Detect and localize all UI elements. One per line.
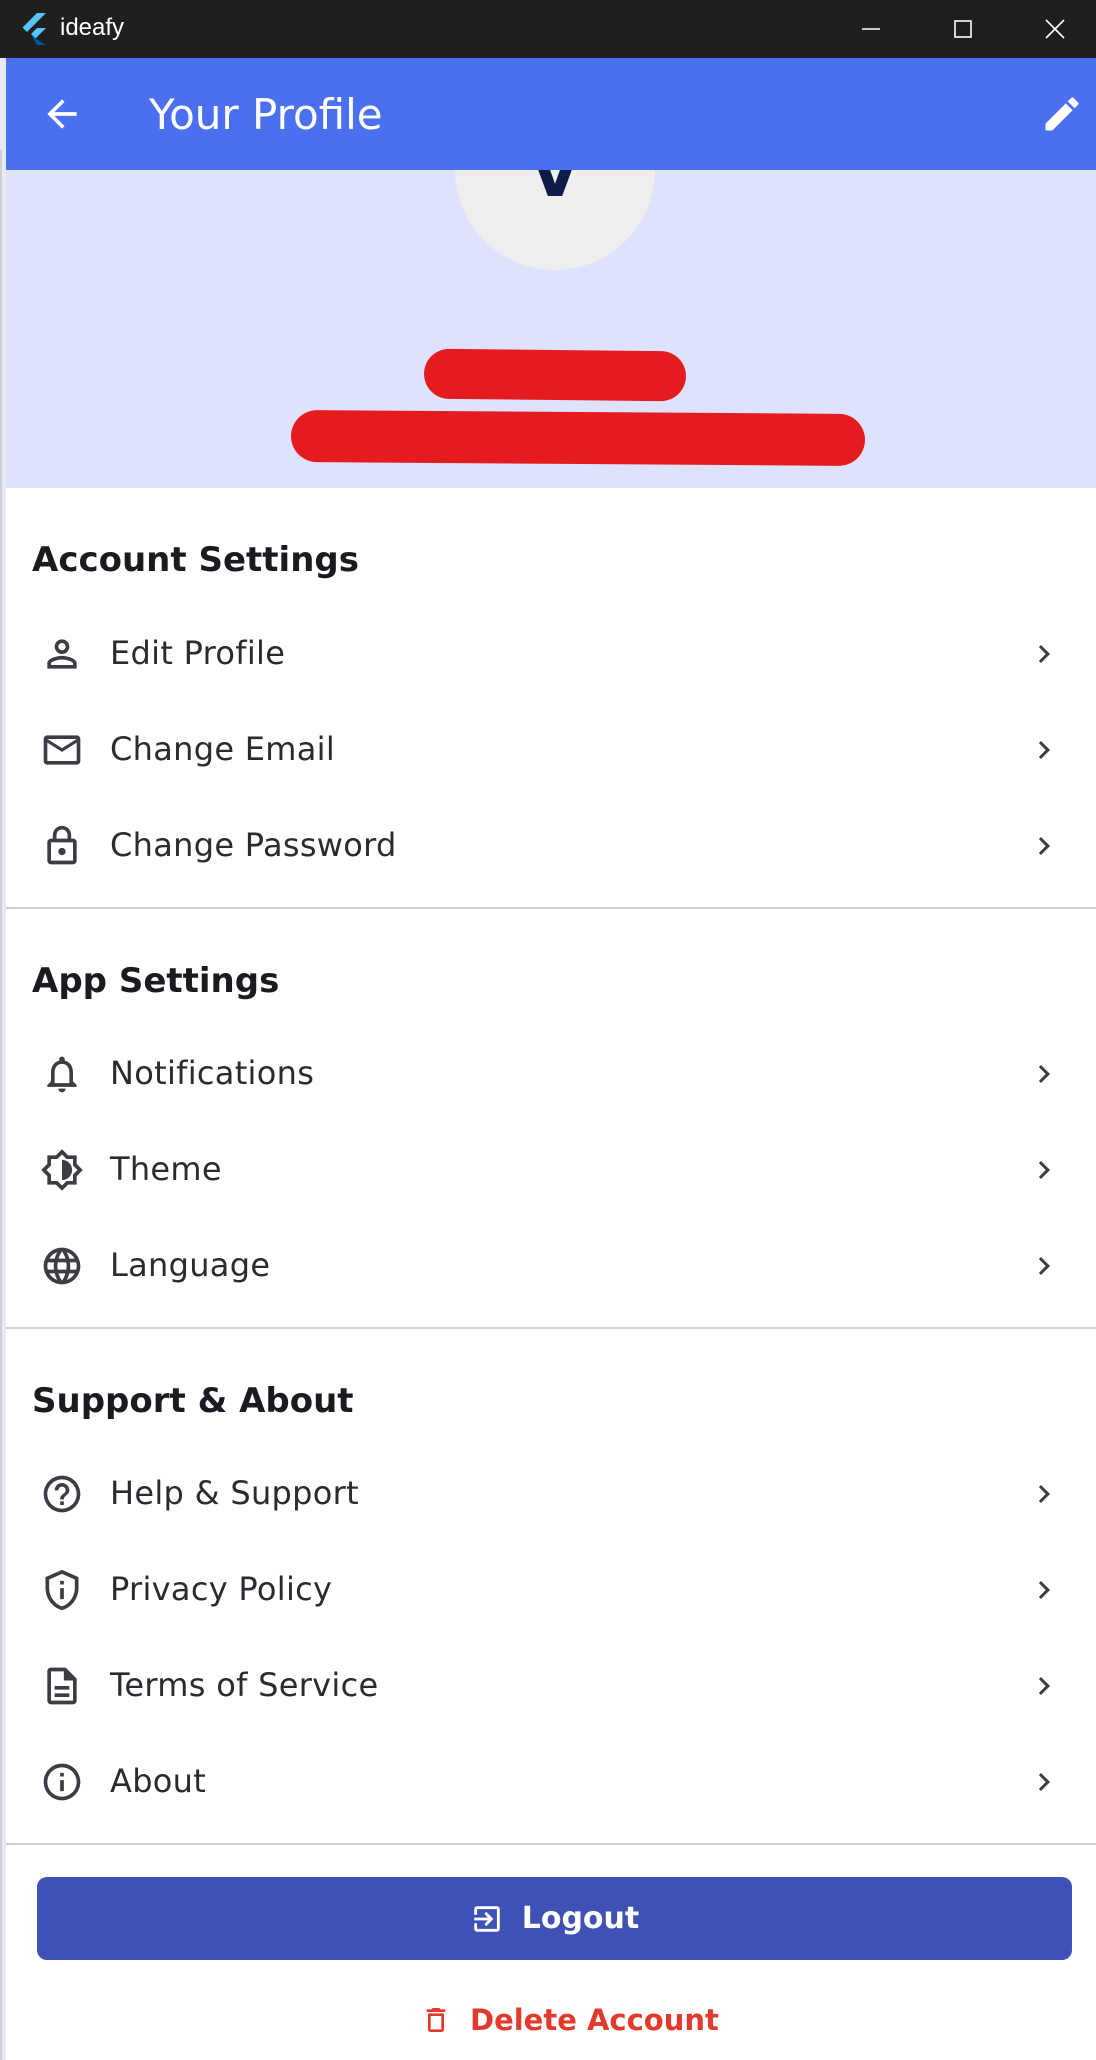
document-icon <box>47 1667 77 1705</box>
edit-pencil-icon[interactable] <box>1040 92 1084 136</box>
menu-item-label: Help & Support <box>110 1474 359 1512</box>
info-icon <box>43 1763 81 1801</box>
redacted-name <box>423 348 687 402</box>
chevron-right-icon <box>1038 741 1050 759</box>
mail-icon <box>43 735 81 765</box>
brightness-icon <box>41 1149 83 1191</box>
menu-item-terms-of-service[interactable]: Terms of Service <box>6 1638 1096 1734</box>
logout-label: Logout <box>521 1901 640 1936</box>
menu-item-privacy-policy[interactable]: Privacy Policy <box>6 1542 1096 1638</box>
section-divider <box>6 907 1096 909</box>
chevron-right-icon <box>1038 1257 1050 1275</box>
menu-item-label: Change Email <box>110 730 336 768</box>
menu-item-language[interactable]: Language <box>6 1218 1096 1314</box>
chevron-right-icon <box>1038 1065 1050 1083</box>
trash-icon <box>426 2008 446 2032</box>
section-title-support-about: Support & About <box>32 1381 354 1421</box>
section-divider <box>6 1327 1096 1329</box>
section-title-app-settings: App Settings <box>32 961 280 1001</box>
menu-item-about[interactable]: About <box>6 1734 1096 1830</box>
avatar[interactable]: V <box>455 170 655 270</box>
chevron-right-icon <box>1038 645 1050 663</box>
chevron-right-icon <box>1038 1581 1050 1599</box>
help-icon <box>43 1475 81 1513</box>
menu-item-label: Terms of Service <box>110 1666 379 1704</box>
section-title-account-settings: Account Settings <box>32 540 359 580</box>
menu-item-change-password[interactable]: Change Password <box>6 798 1096 894</box>
minimize-icon <box>862 28 880 30</box>
menu-item-change-email[interactable]: Change Email <box>6 702 1096 798</box>
shield-icon <box>45 1569 79 1611</box>
chevron-right-icon <box>1038 1773 1050 1791</box>
menu-item-help-support[interactable]: Help & Support <box>6 1446 1096 1542</box>
delete-account-label: Delete Account <box>470 2003 719 2037</box>
chevron-right-icon <box>1038 1161 1050 1179</box>
profile-header: V <box>6 170 1096 488</box>
window-title: ideafy <box>60 14 125 41</box>
back-arrow-icon[interactable] <box>40 92 84 136</box>
section-divider <box>6 1843 1096 1845</box>
menu-item-label: Theme <box>110 1150 222 1188</box>
avatar-initial: V <box>530 170 580 212</box>
logout-button[interactable]: Logout <box>37 1877 1072 1960</box>
menu-item-notifications[interactable]: Notifications <box>6 1026 1096 1122</box>
minimize-button[interactable] <box>826 0 916 58</box>
menu-item-label: Edit Profile <box>110 634 286 672</box>
window-titlebar: ideafy <box>0 0 1096 58</box>
page-title: Your Profile <box>149 90 383 139</box>
app-bar: Your Profile <box>6 58 1096 170</box>
close-button[interactable] <box>1010 0 1096 58</box>
delete-account-button[interactable]: Delete Account <box>420 1996 719 2044</box>
menu-item-label: Privacy Policy <box>110 1570 333 1608</box>
maximize-button[interactable] <box>918 0 1008 58</box>
menu-item-label: Language <box>110 1246 271 1284</box>
bell-icon <box>47 1056 77 1093</box>
maximize-icon <box>954 20 972 38</box>
flutter-logo-icon <box>22 13 46 45</box>
menu-item-edit-profile[interactable]: Edit Profile <box>6 606 1096 702</box>
redacted-email <box>290 409 866 467</box>
person-icon <box>47 639 77 669</box>
menu-item-label: Notifications <box>110 1054 315 1092</box>
globe-icon <box>43 1247 81 1285</box>
menu-item-label: Change Password <box>110 826 397 864</box>
chevron-right-icon <box>1038 837 1050 855</box>
menu-item-label: About <box>110 1762 207 1800</box>
menu-item-theme[interactable]: Theme <box>6 1122 1096 1218</box>
close-icon <box>1045 19 1065 39</box>
chevron-right-icon <box>1038 1677 1050 1695</box>
chevron-right-icon <box>1038 1485 1050 1503</box>
lock-icon <box>47 825 77 865</box>
logout-icon <box>473 1905 500 1932</box>
